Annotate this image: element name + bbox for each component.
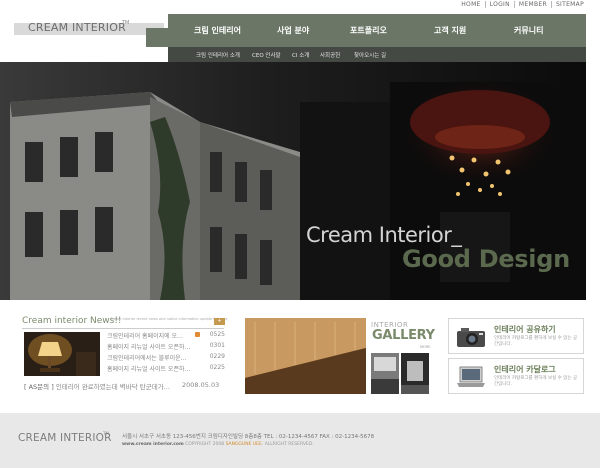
new-badge-icon <box>195 332 200 337</box>
hero-slogan: Good Design <box>402 245 570 273</box>
news-item[interactable]: 홈페이지 리뉴얼 사이트 오픈하였... 0301 <box>107 342 225 351</box>
notice-tag: [ AS문의 ] <box>24 383 54 391</box>
footer-address: 서울시 서초구 서초동 123-456번지 크림디자인빌딩 8층8층 TEL :… <box>122 434 375 440</box>
gallery-ceiling-image <box>245 318 366 394</box>
sub-nav: 크림 인테리어 소개 CEO 인사말 CI 소개 사회공헌 찾아오시는 길 <box>168 47 586 62</box>
main-nav: 크림 인테리어 사업 분야 포트폴리오 고객 지원 커뮤니티 <box>168 14 586 47</box>
news-subtitle: Cream interior recent news and notice in… <box>110 317 228 321</box>
util-link-home[interactable]: HOME <box>457 1 484 8</box>
footer-logo-tm: TM <box>103 431 109 436</box>
gallery-thumbnail[interactable] <box>401 353 429 394</box>
news-item-date: 0301 <box>209 342 225 349</box>
news-item[interactable]: 크림인테리어 홈페이지에 오... 0525 <box>107 331 225 340</box>
lamp-image <box>24 332 100 376</box>
footer-copy-text: COPYRIGHT 2008 <box>185 442 225 447</box>
gallery-more-link[interactable]: MORE <box>420 345 430 349</box>
subnav-item-social[interactable]: 사회공헌 <box>320 51 340 59</box>
logo-tm: TM <box>122 20 130 26</box>
share-box[interactable]: 인테리어 공유하기 인테리어 카탈로그를 편하게 보실 수 있는 공간입니다. <box>448 318 584 354</box>
share-box-desc: 인테리어 카탈로그를 편하게 보실 수 있는 공간입니다. <box>494 336 578 347</box>
news-item[interactable]: 홈페이지 리뉴얼 사이트 오픈하였... 0225 <box>107 364 225 373</box>
gallery-thumbnail[interactable] <box>371 353 399 394</box>
nav-tab-shape <box>146 28 170 47</box>
news-thumbnail <box>24 332 100 376</box>
nav-item-portfolio[interactable]: 포트폴리오 <box>350 25 387 36</box>
subnav-item-ceo[interactable]: CEO 인사말 <box>252 51 281 59</box>
news-item-date: 0229 <box>209 353 225 360</box>
news-item-title[interactable]: 크림인테리어에서는 블루이운... <box>107 353 193 362</box>
news-item-title[interactable]: 홈페이지 리뉴얼 사이트 오픈하였... <box>107 342 193 351</box>
news-item-title[interactable]: 홈페이지 리뉴얼 사이트 오픈하였... <box>107 364 193 373</box>
news-item-date: 0225 <box>209 364 225 371</box>
gallery-thumb-image <box>401 353 429 394</box>
footer-copyright: www.cream interior.com COPYRIGHT 2008 SA… <box>122 442 314 447</box>
laptop-icon <box>455 365 487 389</box>
news-more-button[interactable]: + <box>214 318 225 325</box>
notice-row[interactable]: [ AS문의 ] 인테리어 완료하였는데 벽바닥 탄군데가... <box>24 381 170 391</box>
catalog-box-title[interactable]: 인테리어 카달로그 <box>494 364 556 375</box>
subnav-item-intro[interactable]: 크림 인테리어 소개 <box>196 51 240 59</box>
gallery-main-image[interactable] <box>245 318 366 394</box>
gallery-title: GALLERY <box>372 328 435 343</box>
logo[interactable]: CREAM INTERIOR <box>28 21 126 34</box>
catalog-box[interactable]: 인테리어 카달로그 인테리어 카탈로그를 편하게 보실 수 있는 공간입니다. <box>448 358 584 394</box>
subnav-item-ci[interactable]: CI 소개 <box>292 51 309 59</box>
util-link-sitemap[interactable]: SITEMAP <box>550 1 588 8</box>
nav-item-community[interactable]: 커뮤니티 <box>514 25 543 36</box>
footer-brand: SANGGUNE UEE <box>225 442 262 447</box>
news-title: Cream interior News!! <box>22 316 122 326</box>
util-link-login[interactable]: LOGIN <box>484 1 514 8</box>
hero-tagline: Cream Interior_ <box>306 223 462 247</box>
news-item[interactable]: 크림인테리어에서는 블루이운... 0229 <box>107 353 225 362</box>
news-divider <box>22 328 224 329</box>
utility-links: HOME LOGIN MEMBER SITEMAP <box>457 1 588 8</box>
footer-logo: CREAM INTERIOR <box>18 432 112 444</box>
util-link-member[interactable]: MEMBER <box>513 1 551 8</box>
camera-icon <box>455 325 487 349</box>
footer-rights: . ALLRIGHT RESERVED. <box>261 442 314 447</box>
catalog-box-desc: 인테리어 카탈로그를 편하게 보실 수 있는 공간입니다. <box>494 376 578 387</box>
news-item-date: 0525 <box>209 331 225 338</box>
nav-item-support[interactable]: 고객 지원 <box>434 25 466 36</box>
share-box-title[interactable]: 인테리어 공유하기 <box>494 324 556 335</box>
notice-text[interactable]: 인테리어 완료하였는데 벽바닥 탄군데가... <box>56 383 170 391</box>
nav-item-business[interactable]: 사업 분야 <box>277 25 309 36</box>
gallery-thumb-image <box>371 353 399 394</box>
notice-date: 2008.05.03 <box>182 381 220 389</box>
subnav-item-location[interactable]: 찾아오시는 길 <box>354 51 386 59</box>
nav-item-about[interactable]: 크림 인테리어 <box>194 25 241 36</box>
news-item-title[interactable]: 크림인테리어 홈페이지에 오... <box>107 331 193 340</box>
footer-site-url: www.cream interior.com <box>122 442 184 447</box>
